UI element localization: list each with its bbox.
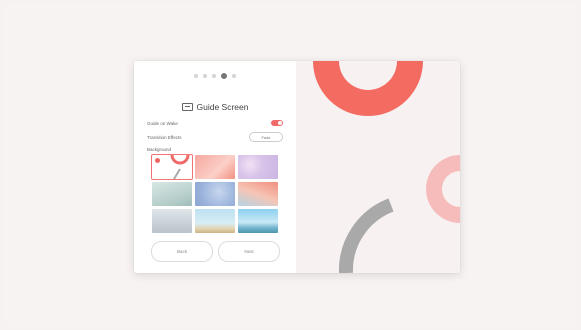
background-thumb-bird-flight[interactable] [152, 209, 192, 233]
gray-arc [338, 198, 394, 273]
setting-label: Background [147, 146, 172, 152]
settings-pane: Guide Screen Guide on Wake Transition Ef… [134, 61, 296, 273]
step-dot[interactable] [203, 74, 207, 78]
dialog-title: Guide Screen [196, 102, 249, 112]
background-thumb-mint-mist[interactable] [152, 182, 192, 206]
screen-icon [181, 103, 193, 111]
background-thumb-blue-bokeh[interactable] [195, 182, 235, 206]
step-dot[interactable] [221, 73, 227, 79]
background-gallery [151, 154, 278, 235]
selected-check-icon [155, 158, 160, 163]
setting-background: Background [147, 144, 283, 154]
setting-label: Guide on Wake [147, 120, 178, 126]
guide-dialog: Guide Screen Guide on Wake Transition Ef… [134, 61, 460, 273]
action-bar: Back Next [151, 241, 280, 262]
step-dot[interactable] [194, 74, 198, 78]
background-thumb-beach-shore[interactable] [195, 209, 235, 233]
guide-on-wake-toggle[interactable] [271, 120, 283, 126]
step-dot[interactable] [212, 74, 216, 78]
setting-label: Transition Effects [147, 134, 182, 140]
background-thumb-coral-abstract[interactable] [195, 155, 235, 179]
step-dot[interactable] [232, 74, 236, 78]
setting-transition: Transition Effects Fade [147, 132, 283, 142]
next-button[interactable]: Next [218, 241, 280, 262]
small-ring [426, 155, 460, 223]
background-thumb-ocean-horizon[interactable] [238, 209, 278, 233]
setting-guide-on-wake: Guide on Wake [147, 118, 283, 128]
background-thumb-coral-circle[interactable] [151, 154, 193, 180]
title-row: Guide Screen [134, 101, 296, 113]
background-thumb-sunset-sky[interactable] [238, 182, 278, 206]
preview-pane [296, 61, 460, 273]
transition-select[interactable]: Fade [249, 132, 283, 142]
preview-artwork [313, 61, 460, 273]
back-button[interactable]: Back [151, 241, 213, 262]
background-thumb-lavender-bokeh[interactable] [238, 155, 278, 179]
large-ring [313, 61, 423, 116]
step-indicator [134, 72, 296, 80]
